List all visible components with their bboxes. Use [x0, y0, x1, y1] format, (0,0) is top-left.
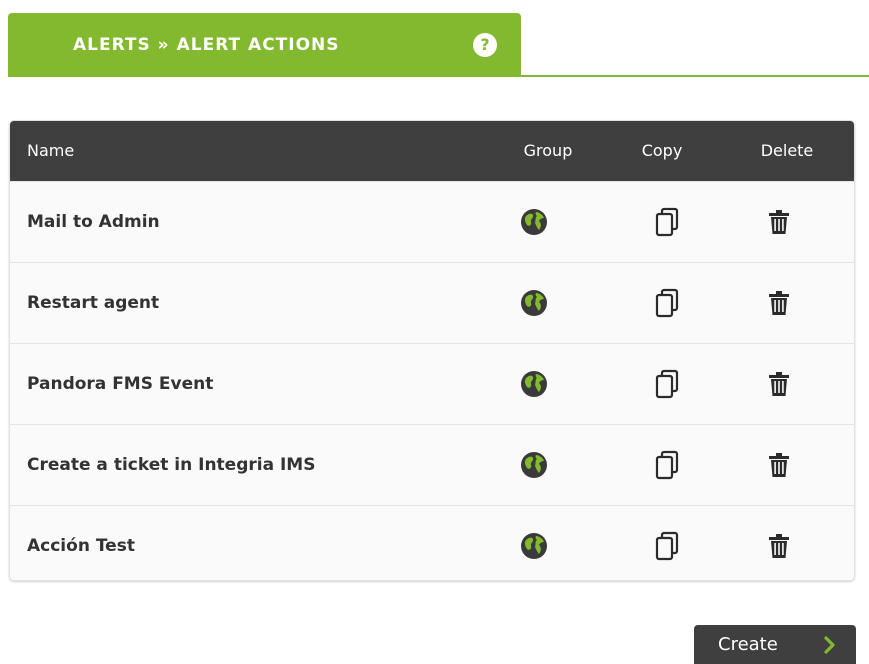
column-header-copy: Copy: [641, 141, 683, 160]
table-row: Mail to Admin: [10, 181, 854, 262]
header-underline: [8, 75, 869, 77]
trash-icon[interactable]: [764, 369, 794, 399]
copy-icon[interactable]: [652, 531, 682, 561]
help-icon[interactable]: ?: [473, 33, 497, 57]
create-button[interactable]: Create: [694, 625, 856, 664]
copy-icon[interactable]: [652, 369, 682, 399]
column-header-group: Group: [523, 141, 573, 160]
copy-icon[interactable]: [652, 288, 682, 318]
action-name-link[interactable]: Acción Test: [27, 506, 135, 580]
globe-icon: [519, 531, 549, 561]
section-header: ALERTS » ALERT ACTIONS ?: [8, 13, 869, 77]
create-button-label: Create: [718, 634, 778, 655]
table-header: Name Group Copy Delete: [10, 121, 854, 181]
trash-icon[interactable]: [764, 288, 794, 318]
trash-icon[interactable]: [764, 207, 794, 237]
globe-icon: [519, 288, 549, 318]
help-icon-symbol: ?: [480, 35, 490, 54]
trash-icon[interactable]: [764, 531, 794, 561]
column-header-name[interactable]: Name: [27, 121, 74, 181]
trash-icon[interactable]: [764, 450, 794, 480]
globe-icon: [519, 207, 549, 237]
action-name-link[interactable]: Restart agent: [27, 263, 159, 343]
table-row: Create a ticket in Integria IMS: [10, 424, 854, 505]
globe-icon: [519, 369, 549, 399]
chevron-right-icon: [824, 636, 836, 659]
page-title: ALERTS » ALERT ACTIONS: [73, 35, 340, 55]
copy-icon[interactable]: [652, 207, 682, 237]
action-name-link[interactable]: Pandora FMS Event: [27, 344, 213, 424]
globe-icon: [519, 450, 549, 480]
alert-actions-table: Name Group Copy Delete Mail to Admin Res…: [9, 120, 855, 581]
copy-icon[interactable]: [652, 450, 682, 480]
table-row: Restart agent: [10, 262, 854, 343]
section-tab: ALERTS » ALERT ACTIONS ?: [8, 13, 521, 77]
table-row: Pandora FMS Event: [10, 343, 854, 424]
table-row: Acción Test: [10, 505, 854, 580]
column-header-delete: Delete: [760, 141, 814, 160]
action-name-link[interactable]: Mail to Admin: [27, 182, 160, 262]
action-name-link[interactable]: Create a ticket in Integria IMS: [27, 425, 315, 505]
